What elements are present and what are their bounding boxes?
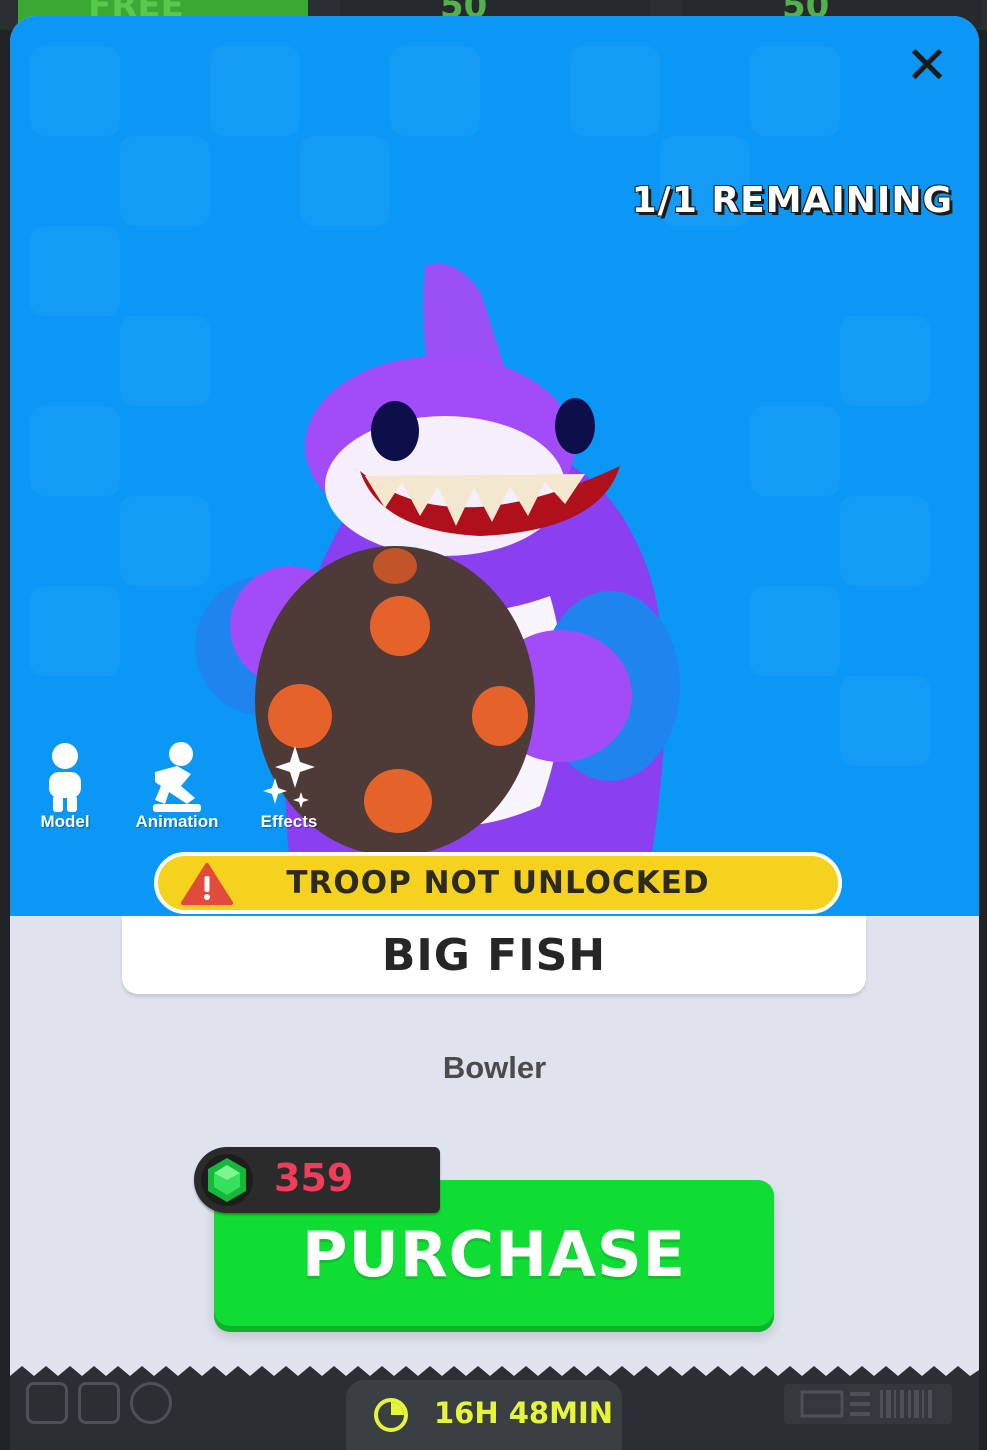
- close-icon[interactable]: ✕: [905, 40, 949, 92]
- price-tag: 359: [194, 1147, 440, 1213]
- view-model-button[interactable]: Model: [10, 742, 120, 832]
- troop-class: Bowler: [442, 1050, 547, 1085]
- person-icon: [49, 743, 81, 812]
- sparkles-icon: [263, 746, 315, 808]
- troop-locked-banner: TROOP NOT UNLOCKED: [154, 852, 842, 914]
- view-model-label: Model: [40, 812, 90, 831]
- view-effects-button[interactable]: Effects: [234, 742, 344, 832]
- warning-triangle-icon: [181, 863, 233, 905]
- view-animation-button[interactable]: Animation: [122, 742, 232, 832]
- price-amount: 359: [274, 1156, 354, 1200]
- green-gem-icon: [201, 1154, 253, 1206]
- barcode-icon: [784, 1384, 952, 1424]
- recycle-icon[interactable]: [26, 1382, 68, 1424]
- emote-icon[interactable]: [130, 1382, 172, 1424]
- sort-icon[interactable]: [78, 1382, 120, 1424]
- remaining-count: 1/1 REMAINING: [631, 180, 953, 221]
- troop-locked-text: TROOP NOT UNLOCKED: [286, 865, 710, 901]
- clock-icon: [374, 1398, 408, 1432]
- troop-offer-modal: ✕ 1/1 REMAINING Model Animation Effects …: [10, 16, 979, 1450]
- offer-timer: 16H 48MIN: [346, 1380, 622, 1450]
- view-animation-label: Animation: [135, 812, 219, 831]
- view-effects-label: Effects: [260, 812, 318, 831]
- running-person-icon: [153, 742, 201, 812]
- troop-name: BIG FISH: [122, 916, 866, 994]
- timer-text: 16H 48MIN: [434, 1396, 613, 1430]
- hero-panel: ✕ 1/1 REMAINING Model Animation Effects: [10, 16, 979, 916]
